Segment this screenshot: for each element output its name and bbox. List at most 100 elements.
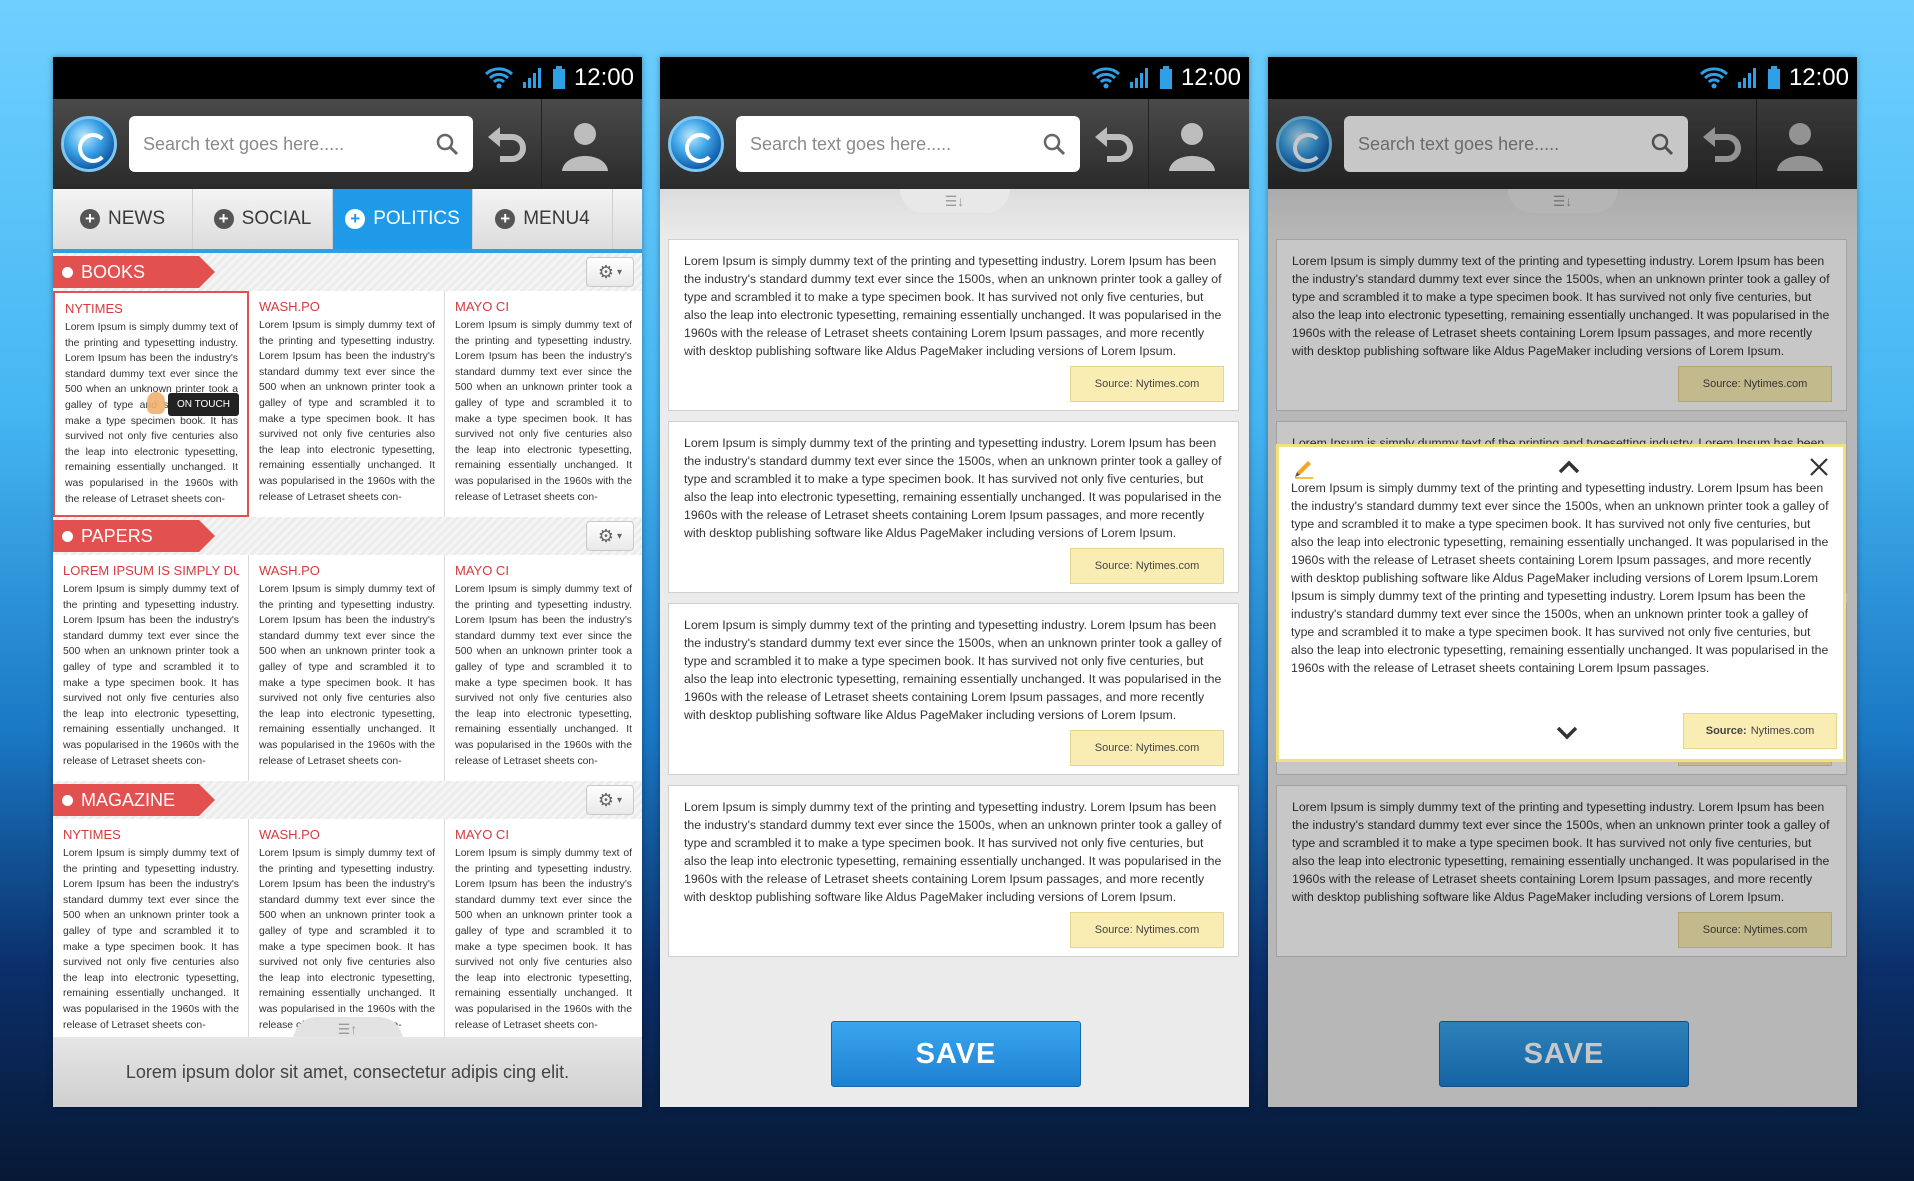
drag-handle-icon: ☰↑ xyxy=(337,1020,358,1037)
app-bar xyxy=(53,99,642,189)
section-columns: NYTIMES Lorem Ipsum is simply dummy text … xyxy=(53,819,642,1045)
source-value: Nytimes.com xyxy=(1750,725,1815,737)
profile-button[interactable] xyxy=(541,99,627,189)
app-bar xyxy=(660,99,1249,189)
expanded-article-text: Lorem Ipsum is simply dummy text of the … xyxy=(1291,481,1829,675)
signal-icon xyxy=(1737,68,1756,88)
close-icon[interactable] xyxy=(1809,457,1829,477)
article-card[interactable]: WASH.PO Lorem Ipsum is simply dummy text … xyxy=(249,555,445,781)
app-logo[interactable] xyxy=(668,116,724,172)
article-source: WASH.PO xyxy=(259,563,320,578)
section-columns: NYTIMES Lorem Ipsum is simply dummy text … xyxy=(53,291,642,517)
article-text: Lorem Ipsum is simply dummy text of the … xyxy=(259,848,435,1031)
article-card[interactable]: NYTIMES Lorem Ipsum is simply dummy text … xyxy=(53,819,249,1045)
category-tabs: + NEWS + SOCIAL + POLITICS + MENU4 xyxy=(53,189,642,253)
app-bar xyxy=(1268,99,1857,189)
plus-icon: + xyxy=(213,209,234,229)
phone-screen-news-feed: 12:00 +NEWS +SOCIAL +POLITICS +MENU4 xyxy=(53,57,642,1107)
search-icon[interactable] xyxy=(435,132,459,156)
tab-menu4[interactable]: + MENU4 xyxy=(473,189,613,249)
collapsed-tabs: ☰↓ xyxy=(1268,189,1857,239)
source-badge: Source: Nytimes.com xyxy=(1070,548,1224,584)
status-bar: 12:00 xyxy=(1268,57,1857,99)
expanded-article-card[interactable]: Lorem Ipsum is simply dummy text of the … xyxy=(1276,444,1846,762)
article-card[interactable]: WASH.PO Lorem Ipsum is simply dummy text … xyxy=(249,819,445,1045)
battery-icon xyxy=(1767,66,1780,89)
section-columns: LOREM IPSUM IS SIMPLY DUM... Lorem Ipsum … xyxy=(53,555,642,781)
pull-down-handle[interactable]: ☰↓ xyxy=(1507,189,1618,213)
article-card[interactable]: MAYO CI Lorem Ipsum is simply dummy text … xyxy=(445,555,641,781)
collapsed-tabs: ☰↓ xyxy=(660,189,1249,239)
article-text: Lorem Ipsum is simply dummy text of the … xyxy=(684,254,1222,358)
article-card[interactable]: MAYO CI Lorem Ipsum is simply dummy text … xyxy=(445,819,641,1045)
article-text: Lorem Ipsum is simply dummy text of the … xyxy=(455,320,632,503)
saved-article-card[interactable]: Lorem Ipsum is simply dummy text of the … xyxy=(668,421,1239,593)
phone-screen-saved-list: 12:00 ☰↓ Lorem Ipsum is simply dummy tex… xyxy=(660,57,1249,1107)
search-box[interactable] xyxy=(129,116,473,172)
tab-news[interactable]: + NEWS xyxy=(53,189,193,249)
search-input[interactable] xyxy=(143,133,413,155)
chevron-down-icon[interactable] xyxy=(1555,723,1579,743)
article-source: WASH.PO xyxy=(259,827,320,842)
search-icon[interactable] xyxy=(1650,132,1674,156)
section-settings-button[interactable]: ⚙ ▾ xyxy=(586,521,634,551)
wifi-icon xyxy=(484,67,513,89)
save-button[interactable]: SAVE xyxy=(1439,1021,1689,1087)
expanded-toolbar xyxy=(1293,457,1829,479)
source-badge: Source: Nytimes.com xyxy=(1070,912,1224,948)
article-text: Lorem Ipsum is simply dummy text of the … xyxy=(63,584,239,767)
profile-button[interactable] xyxy=(1148,99,1234,189)
profile-button[interactable] xyxy=(1756,99,1842,189)
saved-article-card[interactable]: Lorem Ipsum is simply dummy text of the … xyxy=(668,785,1239,957)
saved-article-card[interactable]: Lorem Ipsum is simply dummy text of the … xyxy=(668,603,1239,775)
article-source: MAYO CI xyxy=(455,827,509,842)
saved-article-card[interactable]: Lorem Ipsum is simply dummy text of the … xyxy=(1276,785,1847,957)
clock: 12:00 xyxy=(573,64,634,91)
article-source: MAYO CI xyxy=(455,299,509,314)
save-button[interactable]: SAVE xyxy=(831,1021,1081,1087)
pull-down-handle[interactable]: ☰↓ xyxy=(899,189,1010,213)
saved-article-card[interactable]: Lorem Ipsum is simply dummy text of the … xyxy=(1276,239,1847,411)
search-icon[interactable] xyxy=(1042,132,1066,156)
plus-icon: + xyxy=(495,209,516,229)
section-settings-button[interactable]: ⚙ ▾ xyxy=(586,257,634,287)
clock: 12:00 xyxy=(1180,64,1241,91)
search-input[interactable] xyxy=(750,133,1020,155)
clock: 12:00 xyxy=(1788,64,1849,91)
source-badge: Source: Nytimes.com xyxy=(1683,713,1837,749)
article-source: NYTIMES xyxy=(65,301,123,316)
source-label: Source: xyxy=(1705,725,1747,737)
back-button[interactable] xyxy=(1080,99,1148,189)
section-title: PAPERS xyxy=(53,520,215,552)
tab-social[interactable]: + SOCIAL xyxy=(193,189,333,249)
article-card[interactable]: MAYO CI Lorem Ipsum is simply dummy text … xyxy=(445,291,641,517)
back-button[interactable] xyxy=(473,99,541,189)
search-box[interactable] xyxy=(1344,116,1688,172)
chevron-up-icon[interactable] xyxy=(1557,457,1581,477)
app-logo[interactable] xyxy=(61,116,117,172)
article-card[interactable]: LOREM IPSUM IS SIMPLY DUM... Lorem Ipsum … xyxy=(53,555,249,781)
source-badge: Source: Nytimes.com xyxy=(1678,912,1832,948)
gear-icon: ⚙ xyxy=(597,789,615,810)
gear-icon: ⚙ xyxy=(597,261,615,282)
saved-article-card[interactable]: Lorem Ipsum is simply dummy text of the … xyxy=(668,239,1239,411)
article-card[interactable]: WASH.PO Lorem Ipsum is simply dummy text … xyxy=(249,291,445,517)
section-header-books: BOOKS ⚙ ▾ xyxy=(53,253,642,291)
app-logo[interactable] xyxy=(1276,116,1332,172)
search-input[interactable] xyxy=(1358,133,1628,155)
status-bar: 12:00 xyxy=(53,57,642,99)
section-settings-button[interactable]: ⚙ ▾ xyxy=(586,785,634,815)
tab-politics[interactable]: + POLITICS xyxy=(333,189,473,249)
search-box[interactable] xyxy=(736,116,1080,172)
undo-icon xyxy=(1095,127,1133,162)
footer-bar: Lorem ipsum dolor sit amet, consectetur … xyxy=(53,1037,642,1107)
edit-pencil-icon[interactable] xyxy=(1293,457,1315,479)
article-text: Lorem Ipsum is simply dummy text of the … xyxy=(1292,254,1830,358)
back-button[interactable] xyxy=(1688,99,1756,189)
plus-icon: + xyxy=(80,209,100,229)
battery-icon xyxy=(552,66,565,89)
gear-icon: ⚙ xyxy=(597,525,615,546)
article-source: NYTIMES xyxy=(63,827,121,842)
user-icon xyxy=(1776,123,1823,171)
source-badge: Source: Nytimes.com xyxy=(1070,366,1224,402)
